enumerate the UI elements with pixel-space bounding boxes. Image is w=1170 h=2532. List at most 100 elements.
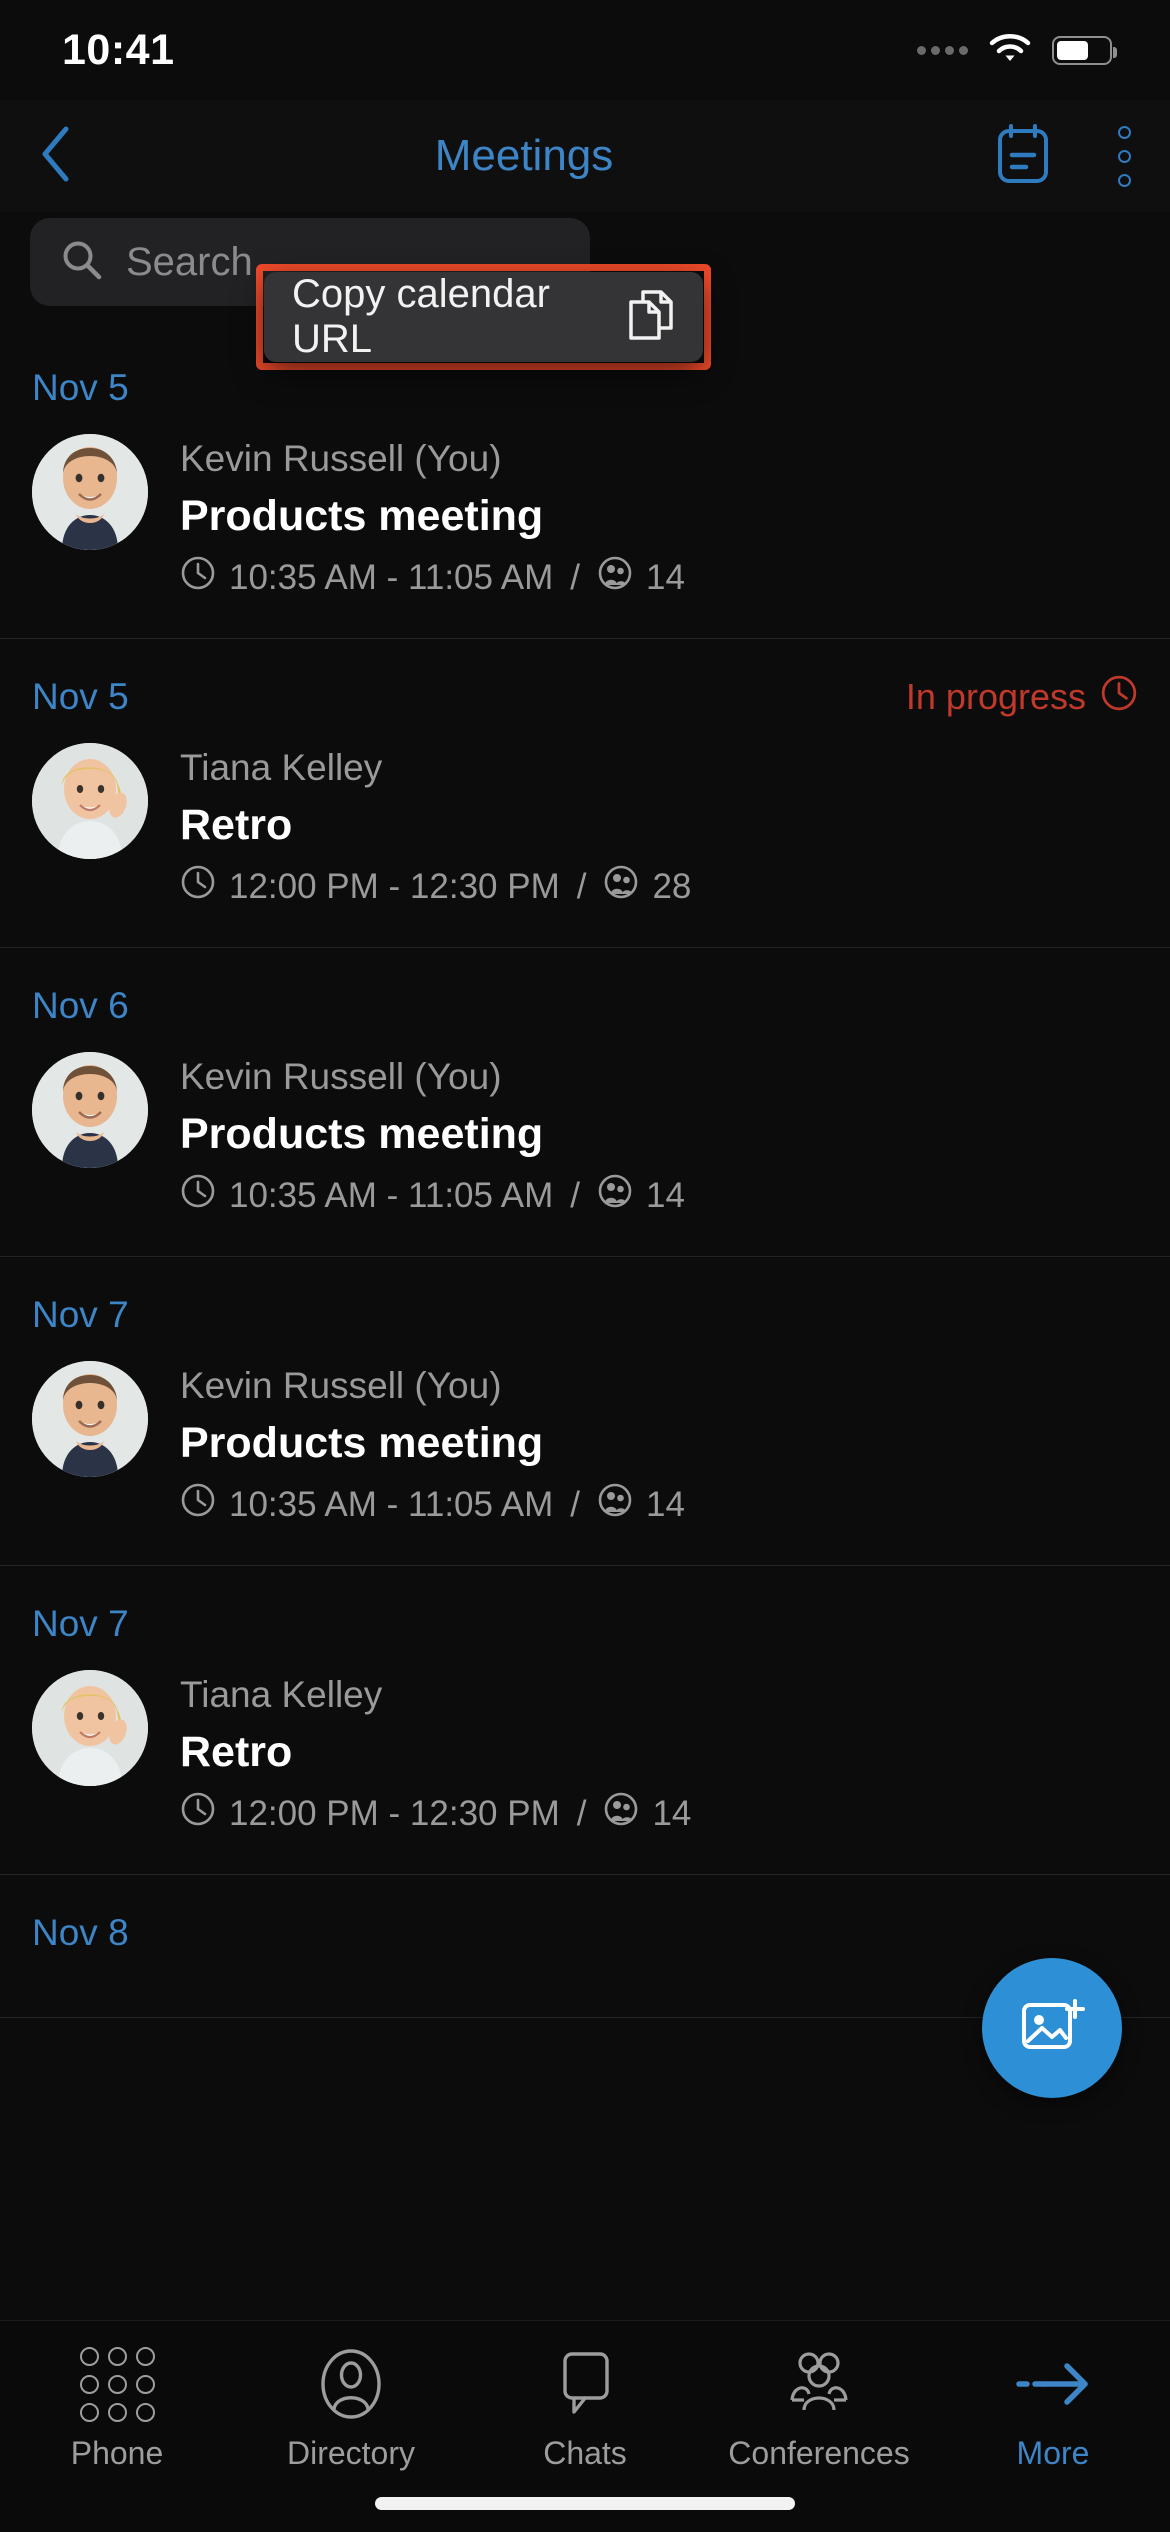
- participants-icon: [603, 1791, 639, 1836]
- copy-calendar-url-label: Copy calendar URL: [292, 272, 550, 361]
- search-placeholder: Search: [126, 239, 253, 284]
- meeting-meta: 12:00 PM - 12:30 PM / 14: [180, 1791, 1138, 1836]
- participants-icon: [597, 1482, 633, 1527]
- schedule-meeting-fab[interactable]: [982, 1958, 1122, 2098]
- avatar: [32, 1670, 148, 1786]
- meeting-info: Tiana Kelley Retro 12:00 PM - 12:30 PM /: [180, 1670, 1138, 1836]
- meeting-time: 10:35 AM - 11:05 AM: [229, 1484, 554, 1524]
- signal-dots-icon: [917, 45, 968, 55]
- status-bar: 10:41: [0, 0, 1170, 100]
- tab-label: Phone: [70, 2435, 164, 2471]
- avatar: [32, 743, 148, 859]
- meeting-title: Products meeting: [180, 1110, 544, 1158]
- tab-directory[interactable]: Directory: [234, 2347, 468, 2472]
- tab-more[interactable]: More: [936, 2347, 1170, 2472]
- meeting-title: Products meeting: [180, 492, 544, 540]
- clock-icon: [180, 864, 216, 909]
- meeting-time: 10:35 AM - 11:05 AM: [229, 557, 554, 597]
- meeting-owner: Tiana Kelley: [180, 747, 383, 788]
- meeting-info: Tiana Kelley Retro 12:00 PM - 12:30 PM /: [180, 743, 1138, 909]
- meeting-row[interactable]: Nov 6 Kevin Russell (You) Products meeti…: [0, 948, 1170, 1257]
- chat-bubble-icon: [550, 2347, 620, 2421]
- meeting-row-body: Tiana Kelley Retro 12:00 PM - 12:30 PM /: [32, 743, 1138, 909]
- meeting-owner: Kevin Russell (You): [180, 1365, 502, 1406]
- meeting-date: Nov 6: [32, 985, 129, 1026]
- tab-label: Chats: [543, 2435, 627, 2471]
- meta-separator: /: [570, 557, 580, 597]
- navigation-bar: Meetings: [0, 100, 1170, 212]
- meeting-date: Nov 5: [32, 676, 129, 717]
- meeting-info: Kevin Russell (You) Products meeting 10:…: [180, 1361, 1138, 1527]
- dialpad-icon: [79, 2346, 155, 2422]
- meeting-info: Kevin Russell (You) Products meeting 10:…: [180, 434, 1138, 600]
- meeting-title: Retro: [180, 801, 293, 849]
- meeting-row-body: Kevin Russell (You) Products meeting 10:…: [32, 434, 1138, 600]
- clock-icon: [1100, 674, 1138, 721]
- calendar-button[interactable]: [968, 123, 1078, 190]
- add-image-icon: [1019, 1995, 1085, 2062]
- avatar: [32, 1361, 148, 1477]
- clock-icon: [180, 555, 216, 600]
- meeting-row-header: Nov 7: [32, 1600, 1138, 1648]
- meeting-row[interactable]: Nov 5 In progress Tiana Kelley Retro 12:…: [0, 639, 1170, 948]
- meeting-row-header: Nov 5: [32, 364, 1138, 412]
- status-indicators: [917, 32, 1117, 69]
- search-icon: [60, 238, 104, 287]
- home-indicator: [375, 2497, 795, 2510]
- meeting-time: 12:00 PM - 12:30 PM: [229, 866, 560, 906]
- meeting-row-header: Nov 8: [32, 1909, 1138, 1957]
- avatar: [32, 1052, 148, 1168]
- meta-separator: /: [576, 1793, 587, 1833]
- meta-separator: /: [570, 1484, 580, 1524]
- tab-conferences[interactable]: Conferences: [702, 2347, 936, 2472]
- meeting-owner: Kevin Russell (You): [180, 438, 502, 479]
- meeting-row-header: Nov 7: [32, 1291, 1138, 1339]
- meeting-row-header: Nov 6: [32, 982, 1138, 1030]
- more-vertical-icon: [1117, 125, 1131, 139]
- copy-icon: [625, 288, 677, 347]
- arrow-right-icon: [1013, 2347, 1093, 2421]
- meeting-row-body: Kevin Russell (You) Products meeting 10:…: [32, 1361, 1138, 1527]
- tab-label: Conferences: [728, 2435, 910, 2471]
- meta-separator: /: [576, 866, 587, 906]
- meeting-owner: Tiana Kelley: [180, 1674, 383, 1715]
- participants-count: 14: [646, 1175, 685, 1215]
- meeting-info: Kevin Russell (You) Products meeting 10:…: [180, 1052, 1138, 1218]
- chevron-left-icon: [38, 125, 72, 188]
- tab-label: More: [1016, 2435, 1090, 2471]
- participants-count: 14: [646, 1484, 685, 1524]
- avatar: [32, 434, 148, 550]
- back-button[interactable]: [0, 100, 110, 212]
- meeting-row[interactable]: Nov 5 Kevin Russell (You) Products meeti…: [0, 330, 1170, 639]
- participants-count: 14: [652, 1793, 692, 1833]
- participants-icon: [597, 555, 633, 600]
- tab-phone[interactable]: Phone: [0, 2346, 234, 2472]
- clock-icon: [180, 1173, 216, 1218]
- clock-icon: [180, 1791, 216, 1836]
- meeting-title: Products meeting: [180, 1419, 544, 1467]
- participants-count: 28: [652, 866, 692, 906]
- meeting-row[interactable]: Nov 7 Kevin Russell (You) Products meeti…: [0, 1257, 1170, 1566]
- more-vertical-icon: [1117, 173, 1131, 187]
- meeting-date: Nov 5: [32, 367, 129, 408]
- meeting-meta: 12:00 PM - 12:30 PM / 28: [180, 864, 1138, 909]
- tab-chats[interactable]: Chats: [468, 2347, 702, 2472]
- battery-icon: [1052, 35, 1117, 65]
- wifi-icon: [988, 32, 1032, 69]
- meeting-row-body: Tiana Kelley Retro 12:00 PM - 12:30 PM /: [32, 1670, 1138, 1836]
- more-options-button[interactable]: [1078, 125, 1170, 187]
- meta-separator: /: [570, 1175, 580, 1215]
- meeting-date: Nov 7: [32, 1294, 129, 1335]
- meeting-date: Nov 8: [32, 1912, 129, 1953]
- meeting-owner: Kevin Russell (You): [180, 1056, 502, 1097]
- meeting-row[interactable]: Nov 7 Tiana Kelley Retro 12:00 PM - 12:3…: [0, 1566, 1170, 1875]
- copy-calendar-url-menu-item[interactable]: Copy calendar URL: [264, 272, 703, 362]
- clock-icon: [180, 1482, 216, 1527]
- meeting-date: Nov 7: [32, 1603, 129, 1644]
- meeting-meta: 10:35 AM - 11:05 AM / 14: [180, 555, 1138, 600]
- tab-label: Directory: [286, 2435, 415, 2471]
- group-icon: [780, 2347, 858, 2421]
- more-vertical-icon: [1117, 149, 1131, 163]
- status-label: In progress: [905, 676, 1086, 717]
- meeting-title: Retro: [180, 1728, 293, 1776]
